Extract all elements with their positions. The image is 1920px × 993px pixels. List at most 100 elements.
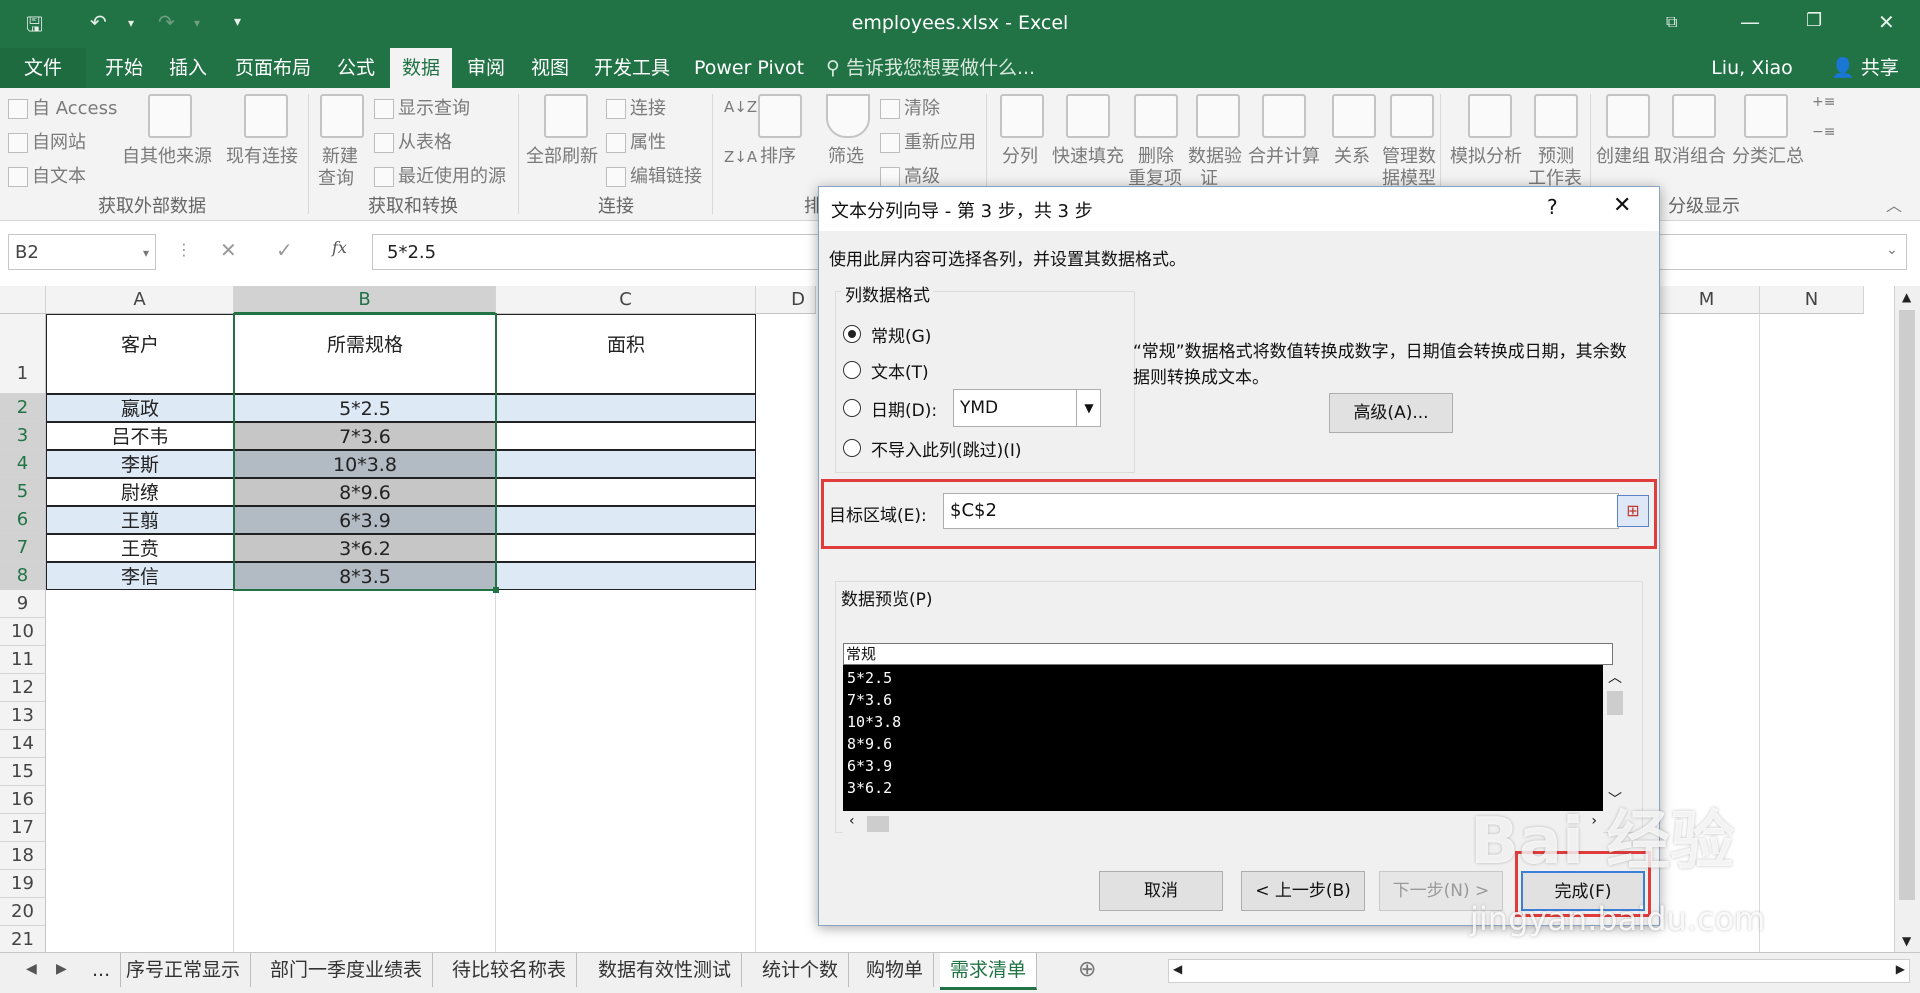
reapply-button[interactable]: 重新应用: [880, 128, 976, 154]
user-name[interactable]: Liu, Xiao Jun: [1694, 48, 1810, 119]
range-select-icon[interactable]: ⊞: [1617, 495, 1649, 527]
customer-cell[interactable]: 王贲: [46, 534, 234, 562]
row-header[interactable]: 7: [0, 534, 46, 562]
advanced-filter-button[interactable]: 高级: [880, 162, 940, 188]
tab-review[interactable]: 审阅: [458, 48, 514, 88]
column-header-b[interactable]: B: [234, 286, 496, 314]
select-all-corner[interactable]: [0, 286, 46, 314]
area-cell[interactable]: [496, 478, 756, 506]
radio-text-label[interactable]: 文本(T): [871, 358, 929, 383]
scroll-left-icon[interactable]: ◀: [1173, 962, 1182, 976]
row-header[interactable]: 17: [0, 814, 46, 842]
spec-cell[interactable]: 7*3.6: [234, 422, 496, 450]
what-if-analysis-button[interactable]: 模拟分析: [1450, 142, 1522, 168]
sort-asc-icon[interactable]: A↓Z: [724, 98, 757, 116]
spec-cell[interactable]: 5*2.5: [234, 394, 496, 422]
properties-button[interactable]: 属性: [606, 128, 666, 154]
tab-page-layout[interactable]: 页面布局: [226, 48, 320, 88]
refresh-all-button[interactable]: 全部刷新: [526, 142, 598, 168]
confirm-entry-icon[interactable]: ✓: [276, 238, 293, 262]
row-header[interactable]: 15: [0, 758, 46, 786]
tab-developer[interactable]: 开发工具: [586, 48, 678, 88]
other-sources-button[interactable]: 自其他来源: [122, 142, 212, 168]
scroll-up-icon[interactable]: ▲: [1902, 290, 1911, 304]
tab-insert[interactable]: 插入: [160, 48, 216, 88]
sort-button[interactable]: 排序: [760, 142, 796, 168]
from-table-button[interactable]: 从表格: [374, 128, 452, 154]
radio-date-label[interactable]: 日期(D):: [871, 396, 937, 421]
show-queries-button[interactable]: 显示查询: [374, 94, 470, 120]
area-cell[interactable]: [496, 534, 756, 562]
customer-cell[interactable]: 吕不韦: [46, 422, 234, 450]
text-to-columns-button[interactable]: 分列: [1002, 142, 1038, 168]
column-header-c[interactable]: C: [496, 286, 756, 314]
tab-file[interactable]: 文件: [0, 48, 86, 88]
row-header[interactable]: 6: [0, 506, 46, 534]
sheet-tab[interactable]: 待比较名称表: [442, 953, 578, 987]
recent-sources-button[interactable]: 最近使用的源: [374, 162, 506, 188]
spec-cell[interactable]: 10*3.8: [234, 450, 496, 478]
new-query-button-line2[interactable]: 查询: [318, 164, 354, 190]
row-header[interactable]: 8: [0, 562, 46, 590]
share-button[interactable]: 👤 共享: [1820, 48, 1910, 88]
spec-cell[interactable]: 3*6.2: [234, 534, 496, 562]
customer-cell[interactable]: 嬴政: [46, 394, 234, 422]
from-text-button[interactable]: 自文本: [8, 162, 86, 188]
help-icon[interactable]: ?: [1547, 195, 1558, 219]
filter-button[interactable]: 筛选: [828, 142, 864, 168]
vertical-scrollbar[interactable]: ▲ ▼: [1894, 286, 1920, 954]
from-access-button[interactable]: 自 Access: [8, 94, 117, 120]
radio-date[interactable]: [843, 399, 861, 417]
ungroup-button[interactable]: 取消组合: [1654, 142, 1726, 168]
chevron-down-icon[interactable]: ▼: [1076, 390, 1101, 426]
tab-formulas[interactable]: 公式: [328, 48, 384, 88]
row-header[interactable]: 2: [0, 394, 46, 422]
sheet-tab[interactable]: 购物单: [856, 953, 935, 987]
edit-links-button[interactable]: 编辑链接: [606, 162, 702, 188]
customer-cell[interactable]: 李斯: [46, 450, 234, 478]
horizontal-scrollbar[interactable]: ◀ ▶: [1168, 959, 1910, 983]
column-header-m[interactable]: M: [1654, 286, 1760, 314]
row-header[interactable]: 1: [0, 314, 46, 394]
hide-detail-icon[interactable]: −≡: [1812, 124, 1835, 140]
tab-data[interactable]: 数据: [390, 48, 452, 88]
radio-general[interactable]: [843, 325, 861, 343]
minimize-icon[interactable]: —: [1740, 10, 1760, 34]
advanced-button[interactable]: 高级(A)...: [1329, 393, 1453, 433]
cancel-button[interactable]: 取消: [1099, 871, 1223, 911]
destination-input[interactable]: $C$2: [943, 493, 1619, 529]
area-cell[interactable]: [496, 562, 756, 590]
tab-power-pivot[interactable]: Power Pivot: [690, 48, 808, 88]
radio-skip[interactable]: [843, 439, 861, 457]
close-dialog-icon[interactable]: ✕: [1613, 193, 1631, 218]
row-header[interactable]: 3: [0, 422, 46, 450]
expand-formula-icon[interactable]: ⌄: [1886, 242, 1898, 258]
flash-fill-button[interactable]: 快速填充: [1052, 142, 1124, 168]
area-cell[interactable]: [496, 394, 756, 422]
restore-icon[interactable]: ❐: [1806, 10, 1822, 31]
preview-hscroll-thumb[interactable]: [867, 816, 889, 832]
customer-cell[interactable]: 尉缭: [46, 478, 234, 506]
column-header-d[interactable]: D: [756, 286, 816, 314]
preview-column-header[interactable]: 常规: [843, 643, 1613, 665]
radio-general-label[interactable]: 常规(G): [871, 322, 931, 347]
row-header[interactable]: 9: [0, 590, 46, 618]
show-detail-icon[interactable]: +≡: [1812, 94, 1835, 110]
row-header[interactable]: 5: [0, 478, 46, 506]
more-options-icon[interactable]: ⋮: [176, 240, 192, 259]
preview-scroll-up-icon[interactable]: ︿: [1608, 667, 1622, 687]
radio-skip-label[interactable]: 不导入此列(跳过)(I): [871, 436, 1022, 461]
prev-sheet-icon[interactable]: ◀: [26, 961, 37, 977]
spec-cell[interactable]: 8*3.5: [234, 562, 496, 590]
column-header-n[interactable]: N: [1760, 286, 1864, 314]
spec-cell[interactable]: 6*3.9: [234, 506, 496, 534]
row-header[interactable]: 10: [0, 618, 46, 646]
connections-button[interactable]: 连接: [606, 94, 666, 120]
cancel-entry-icon[interactable]: ✕: [220, 238, 237, 262]
vertical-scroll-thumb[interactable]: [1899, 310, 1915, 900]
area-cell[interactable]: [496, 450, 756, 478]
row-header[interactable]: 20: [0, 898, 46, 926]
fill-handle[interactable]: [493, 587, 499, 593]
area-cell[interactable]: [496, 506, 756, 534]
sheet-tab[interactable]: 序号正常显示: [116, 953, 252, 987]
